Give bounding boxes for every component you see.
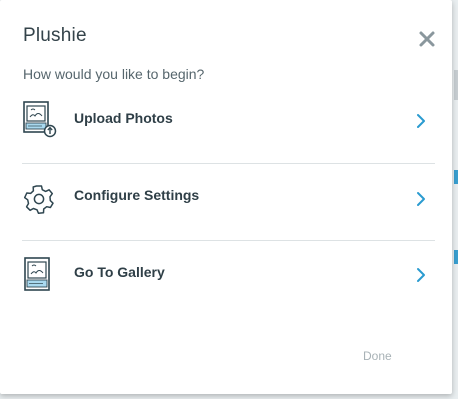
upload-photo-icon (22, 100, 58, 140)
configure-settings-option[interactable]: Configure Settings (22, 178, 434, 254)
upload-photos-option[interactable]: Upload Photos (22, 100, 434, 176)
chevron-right-icon (416, 191, 426, 207)
gear-icon (22, 180, 58, 220)
chevron-right-icon (416, 113, 426, 129)
close-button[interactable] (416, 28, 438, 50)
upload-photos-label: Upload Photos (74, 110, 173, 126)
divider (22, 240, 435, 241)
done-button[interactable]: Done (363, 349, 392, 363)
configure-settings-label: Configure Settings (74, 187, 200, 203)
divider (22, 163, 435, 164)
dialog-title: Plushie (23, 25, 87, 46)
close-icon (419, 31, 435, 47)
background-element (454, 250, 458, 264)
gallery-icon (22, 255, 58, 295)
go-to-gallery-label: Go To Gallery (74, 264, 165, 280)
background-element (454, 170, 458, 184)
go-to-gallery-option[interactable]: Go To Gallery (22, 255, 434, 331)
dialog-subtitle: How would you like to begin? (23, 66, 205, 82)
start-dialog: Plushie How would you like to begin? Upl… (0, 0, 452, 394)
chevron-right-icon (416, 267, 426, 283)
background-element (454, 70, 458, 100)
